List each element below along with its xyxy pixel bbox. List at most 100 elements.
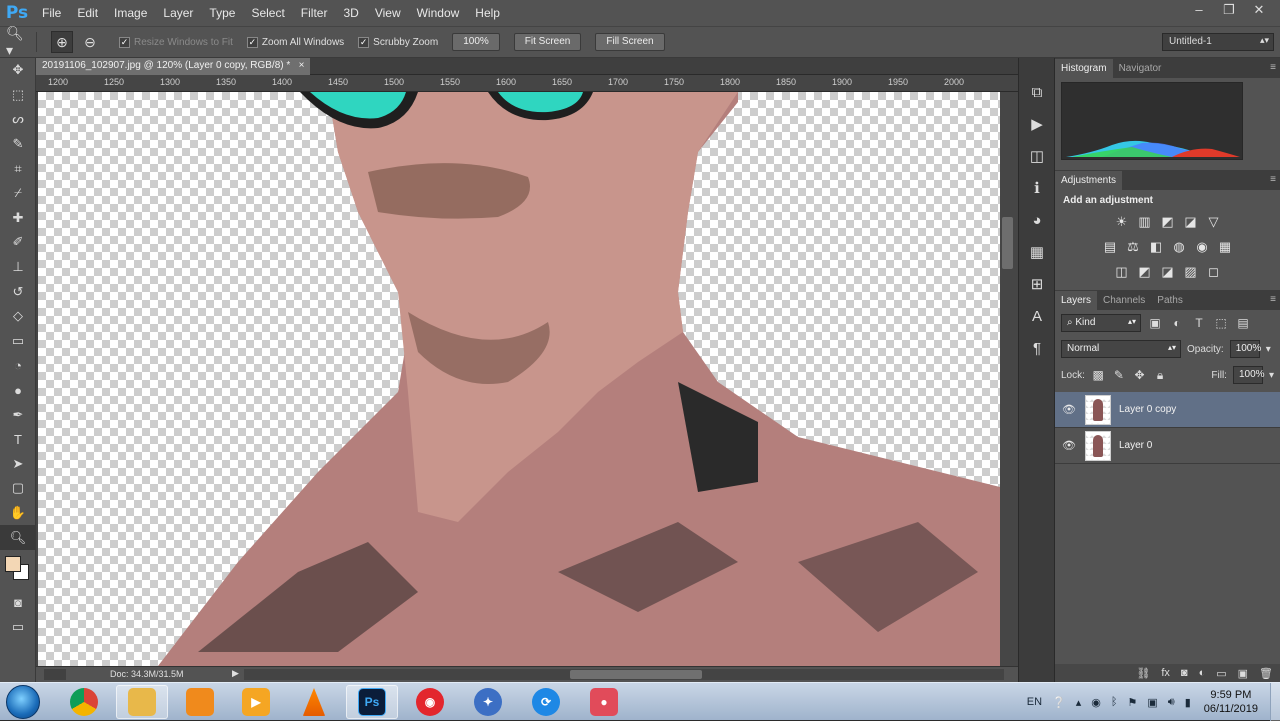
opacity-dropdown-icon[interactable]: ▾ [1266, 344, 1271, 355]
file-explorer-app[interactable] [116, 685, 168, 719]
properties-panel-icon[interactable]: ◫ [1019, 140, 1055, 172]
visibility-eye-icon[interactable]: 👁︎ [1055, 403, 1083, 416]
new-layer-icon[interactable]: ▣ [1238, 667, 1248, 680]
lock-position-icon[interactable]: ✥ [1132, 368, 1147, 382]
history-panel-icon[interactable]: ⧉ [1019, 76, 1055, 108]
delete-layer-icon[interactable]: 🗑 [1259, 667, 1273, 680]
color-panel-icon[interactable]: ◕ [1019, 204, 1055, 236]
language-indicator[interactable]: EN [1027, 696, 1042, 708]
zoom-tool-icon[interactable]: 🔍︎ [0, 525, 36, 550]
panel-menu-icon[interactable]: ≡ [1270, 174, 1276, 185]
fill-dropdown-icon[interactable]: ▾ [1269, 370, 1274, 381]
tab-adjustments[interactable]: Adjustments [1055, 171, 1123, 190]
panel-menu-icon[interactable]: ≡ [1270, 62, 1276, 73]
close-tab-icon[interactable]: × [299, 60, 305, 71]
menu-edit[interactable]: Edit [69, 0, 106, 26]
tray-app-icon[interactable]: ◉ [1091, 696, 1101, 709]
workspace-select[interactable]: Untitled-1 ▴▾ [1162, 33, 1274, 51]
fill-screen-button[interactable]: Fill Screen [595, 33, 665, 51]
path-select-tool-icon[interactable]: ➤ [0, 452, 36, 477]
filter-adjustment-icon[interactable]: ◐ [1169, 316, 1185, 330]
crop-tool-icon[interactable]: ⌗ [0, 156, 36, 181]
tab-layers[interactable]: Layers [1055, 291, 1098, 310]
screen-mode-icon[interactable]: ▭ [0, 614, 36, 639]
clone-stamp-tool-icon[interactable]: ⊥ [0, 255, 36, 280]
posterize-icon[interactable]: ◩ [1136, 263, 1153, 280]
layer-filter-select[interactable]: ⌕ Kind ▴▾ [1061, 314, 1141, 332]
globe-app[interactable]: ✦ [462, 685, 514, 719]
fill-field[interactable]: 100% [1232, 366, 1265, 384]
close-button[interactable]: ✕ [1244, 0, 1274, 22]
eyedropper-tool-icon[interactable]: ⌿ [0, 181, 36, 206]
healing-brush-tool-icon[interactable]: ✚ [0, 206, 36, 231]
link-layers-icon[interactable]: ⛓ [1136, 667, 1150, 680]
menu-select[interactable]: Select [243, 0, 292, 26]
layer-style-icon[interactable]: fx [1161, 667, 1170, 679]
menu-3d[interactable]: 3D [335, 0, 366, 26]
brush-tool-icon[interactable]: ✐ [0, 230, 36, 255]
bluetooth-icon[interactable]: ᛒ [1111, 696, 1118, 708]
color-lookup-icon[interactable]: ▦ [1217, 238, 1234, 255]
dodge-tool-icon[interactable]: ● [0, 378, 36, 403]
lock-transparent-icon[interactable]: ▩ [1091, 368, 1106, 382]
zoom-tool-preset-icon[interactable]: 🔍︎▾ [6, 25, 28, 58]
foreground-color-swatch[interactable] [5, 555, 21, 572]
menu-image[interactable]: Image [106, 0, 155, 26]
fit-screen-button[interactable]: Fit Screen [513, 33, 582, 51]
quick-mask-icon[interactable]: ◙ [0, 590, 36, 615]
media-player-app[interactable]: ▶ [230, 685, 282, 719]
lasso-tool-icon[interactable]: ᔕ [0, 107, 36, 132]
channel-mixer-icon[interactable]: ◉ [1194, 238, 1211, 255]
horizontal-scrollbar[interactable] [244, 669, 1004, 680]
network-icon[interactable]: ▮ [1185, 696, 1191, 709]
lock-all-icon[interactable]: 🔒︎ [1153, 368, 1168, 383]
tab-channels[interactable]: Channels [1097, 291, 1151, 310]
blur-tool-icon[interactable]: ◔ [0, 353, 36, 378]
vertical-scroll-thumb[interactable] [1002, 217, 1013, 269]
document-canvas[interactable] [38, 92, 1000, 666]
menu-filter[interactable]: Filter [293, 0, 336, 26]
volume-icon[interactable]: 🔊︎ [1168, 696, 1175, 709]
color-balance-icon[interactable]: ⚖ [1125, 238, 1142, 255]
pen-tool-icon[interactable]: ✒ [0, 402, 36, 427]
curves-icon[interactable]: ◩ [1159, 213, 1176, 230]
zoom-out-icon[interactable]: ⊖ [79, 31, 101, 53]
clock[interactable]: 9:59 PM 06/11/2019 [1204, 688, 1258, 716]
menu-type[interactable]: Type [201, 0, 243, 26]
tab-paths[interactable]: Paths [1151, 291, 1189, 310]
threshold-icon[interactable]: ◪ [1159, 263, 1176, 280]
uc-browser-app[interactable] [174, 685, 226, 719]
new-group-icon[interactable]: ▭ [1216, 667, 1226, 680]
layer-row[interactable]: 👁︎ Layer 0 [1055, 428, 1280, 464]
styles-panel-icon[interactable]: ⊞ [1019, 268, 1055, 300]
info-panel-icon[interactable]: ℹ [1019, 172, 1055, 204]
shape-tool-icon[interactable]: ▢ [0, 476, 36, 501]
camera-app[interactable]: ● [578, 685, 630, 719]
hue-saturation-icon[interactable]: ▤ [1102, 238, 1119, 255]
lock-image-icon[interactable]: ✎ [1112, 368, 1127, 382]
vibrance-icon[interactable]: ▽ [1205, 213, 1222, 230]
status-menu-arrow-icon[interactable]: ▶ [232, 668, 239, 679]
gradient-map-icon[interactable]: ▨ [1182, 263, 1199, 280]
zoom-in-icon[interactable]: ⊕ [51, 31, 73, 53]
menu-file[interactable]: File [34, 0, 69, 26]
zoom-100-button[interactable]: 100% [452, 33, 500, 51]
opacity-field[interactable]: 100% [1229, 340, 1261, 358]
show-hidden-icon[interactable]: ▴ [1076, 696, 1082, 709]
paragraph-panel-icon[interactable]: ¶ [1019, 332, 1055, 364]
brightness-contrast-icon[interactable]: ☀ [1113, 213, 1130, 230]
levels-icon[interactable]: ▥ [1136, 213, 1153, 230]
menu-help[interactable]: Help [467, 0, 508, 26]
actions-panel-icon[interactable]: ▶ [1019, 108, 1055, 140]
horizontal-scroll-thumb[interactable] [570, 670, 702, 679]
new-adjustment-icon[interactable]: ◐ [1199, 667, 1206, 679]
vlc-app[interactable] [288, 685, 340, 719]
black-white-icon[interactable]: ◧ [1148, 238, 1165, 255]
selective-color-icon[interactable]: ◻ [1205, 263, 1222, 280]
zoom-all-windows-checkbox[interactable]: ✓ Zoom All Windows [246, 36, 344, 48]
tab-navigator[interactable]: Navigator [1113, 59, 1168, 78]
visibility-eye-icon[interactable]: 👁︎ [1055, 439, 1083, 452]
photoshop-app[interactable]: Ps [346, 685, 398, 719]
tab-histogram[interactable]: Histogram [1055, 59, 1113, 78]
chrome-app[interactable] [58, 685, 110, 719]
